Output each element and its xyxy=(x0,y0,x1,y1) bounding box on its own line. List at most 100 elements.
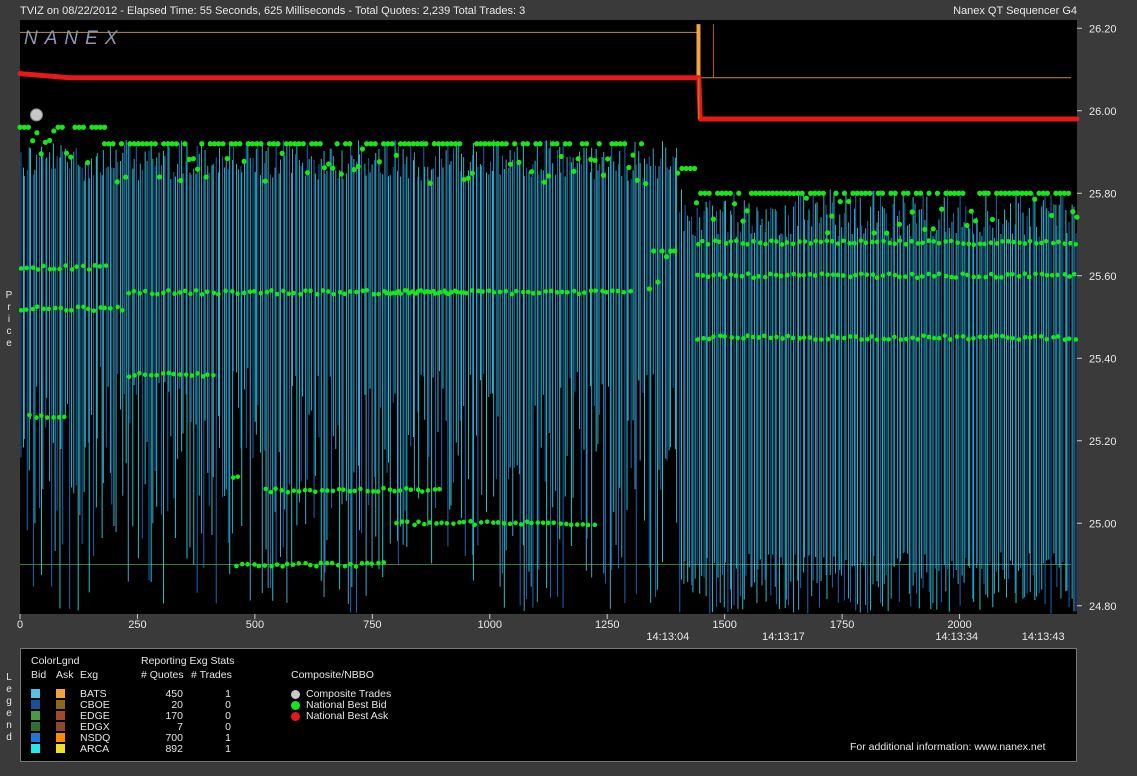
bid-quote-dot xyxy=(1027,238,1033,244)
national-best-bid-point xyxy=(846,198,852,205)
bid-quote-dot xyxy=(518,522,524,527)
national-best-bid-point xyxy=(516,159,522,165)
national-best-bid-point xyxy=(68,154,74,160)
bid-quote-dot xyxy=(756,335,762,340)
national-best-bid-point xyxy=(558,153,564,160)
bid-quote-dot xyxy=(977,241,983,247)
bid-quote-dot xyxy=(103,263,109,268)
bid-quote-dot xyxy=(425,488,431,493)
bid-quote-dot xyxy=(352,488,357,494)
bid-quote-dot xyxy=(27,412,32,418)
bid-quote-dot xyxy=(628,288,633,294)
bid-quote-dot xyxy=(120,307,125,313)
bid-quote-dot xyxy=(835,272,841,278)
bid-quote-dot xyxy=(745,333,750,339)
national-best-bid-point xyxy=(220,141,226,147)
bid-quote-dot xyxy=(364,560,370,566)
bid-quote-dot xyxy=(551,520,556,526)
bid-quote-dot xyxy=(1055,272,1060,278)
bid-quote-dot xyxy=(1005,335,1010,340)
bid-quote-dot xyxy=(314,291,320,297)
bid-quote-dot xyxy=(263,486,269,492)
bid-quote-dot xyxy=(353,564,359,569)
national-best-bid-point xyxy=(237,141,243,147)
bid-quote-dot xyxy=(835,335,840,341)
bid-quote-dot xyxy=(1010,335,1015,341)
bid-quote-dot xyxy=(829,238,835,244)
bid-quote-dot xyxy=(468,519,473,524)
bid-quote-dot xyxy=(137,291,142,296)
national-best-bid-point xyxy=(833,190,839,196)
bid-quote-dot xyxy=(258,290,264,296)
national-best-bid-point xyxy=(334,141,340,147)
bid-column-header: Bid xyxy=(31,669,47,681)
bid-quote-dot xyxy=(886,271,892,277)
bid-quote-dot xyxy=(480,289,485,294)
bid-quote-dot xyxy=(808,241,813,246)
bid-quote-dot xyxy=(439,520,444,526)
bid-quote-dot xyxy=(279,488,285,493)
bid-quote-dot xyxy=(948,238,954,244)
bid-quote-dot xyxy=(364,287,370,293)
bid-quote-dot xyxy=(347,289,353,294)
bid-quote-dot xyxy=(35,267,41,272)
bid-quote-dot xyxy=(960,334,966,339)
bid-quote-dot xyxy=(807,271,813,277)
national-best-bid-point xyxy=(922,226,928,233)
bid-quote-dot xyxy=(847,240,852,246)
bid-quote-dot xyxy=(369,561,374,566)
bid-quote-dot xyxy=(548,288,554,294)
bid-quote-dot xyxy=(376,291,381,297)
bid-quote-dot xyxy=(915,336,921,342)
bid-quote-dot xyxy=(763,241,768,247)
national-best-bid-point xyxy=(972,218,979,224)
bid-quote-dot xyxy=(779,242,785,247)
bid-quote-dot xyxy=(1043,238,1049,244)
bid-quote-dot xyxy=(413,291,419,296)
bid-quote-dot xyxy=(745,271,751,276)
ask-color-swatch xyxy=(56,711,65,720)
bid-quote-dot xyxy=(370,489,376,494)
bid-quote-dot xyxy=(797,239,802,244)
bid-quote-dot xyxy=(847,334,853,339)
bid-quote-dot xyxy=(108,306,113,311)
bid-quote-dot xyxy=(1006,239,1011,244)
bid-quote-dot xyxy=(926,271,931,277)
bid-quote-dot xyxy=(497,289,503,295)
bid-quote-dot xyxy=(558,521,564,526)
bid-quote-dot xyxy=(1062,272,1067,277)
bid-quote-dot xyxy=(526,289,531,295)
ask-color-swatch xyxy=(56,722,65,731)
bid-quote-dot xyxy=(53,305,58,311)
bid-quote-dot xyxy=(415,487,421,493)
bid-quote-dot xyxy=(80,263,86,269)
bid-quote-dot xyxy=(802,239,808,244)
bid-quote-dot xyxy=(819,271,825,277)
bid-quote-dot xyxy=(30,306,36,312)
bid-quote-dot xyxy=(41,263,46,269)
bid-quote-dot xyxy=(395,288,401,294)
bid-quote-dot xyxy=(960,271,966,277)
bid-quote-dot xyxy=(74,264,80,270)
chart-title: TVIZ on 08/22/2012 - Elapsed Time: 55 Se… xyxy=(20,5,525,17)
bid-quote-dot xyxy=(728,272,734,277)
bid-quote-dot xyxy=(472,522,478,528)
bid-quote-dot xyxy=(394,520,399,526)
bid-quote-dot xyxy=(892,334,897,340)
national-best-bid-point xyxy=(622,141,628,147)
bid-quote-dot xyxy=(273,486,278,492)
bid-quote-dot xyxy=(390,290,396,296)
bid-quote-dot xyxy=(381,485,386,491)
bid-quote-dot xyxy=(149,291,155,297)
bid-quote-dot xyxy=(621,289,627,295)
national-best-bid-point xyxy=(359,146,366,152)
bid-quote-dot xyxy=(825,272,830,278)
bid-quote-dot xyxy=(1056,239,1061,245)
bid-color-swatch xyxy=(31,733,40,742)
national-best-bid-point xyxy=(34,130,40,136)
bid-quote-dot xyxy=(774,334,779,340)
bid-quote-dot xyxy=(909,271,915,277)
bid-quote-dot xyxy=(177,290,183,295)
bid-quote-dot xyxy=(407,290,412,296)
bid-quote-dot xyxy=(1022,271,1028,276)
